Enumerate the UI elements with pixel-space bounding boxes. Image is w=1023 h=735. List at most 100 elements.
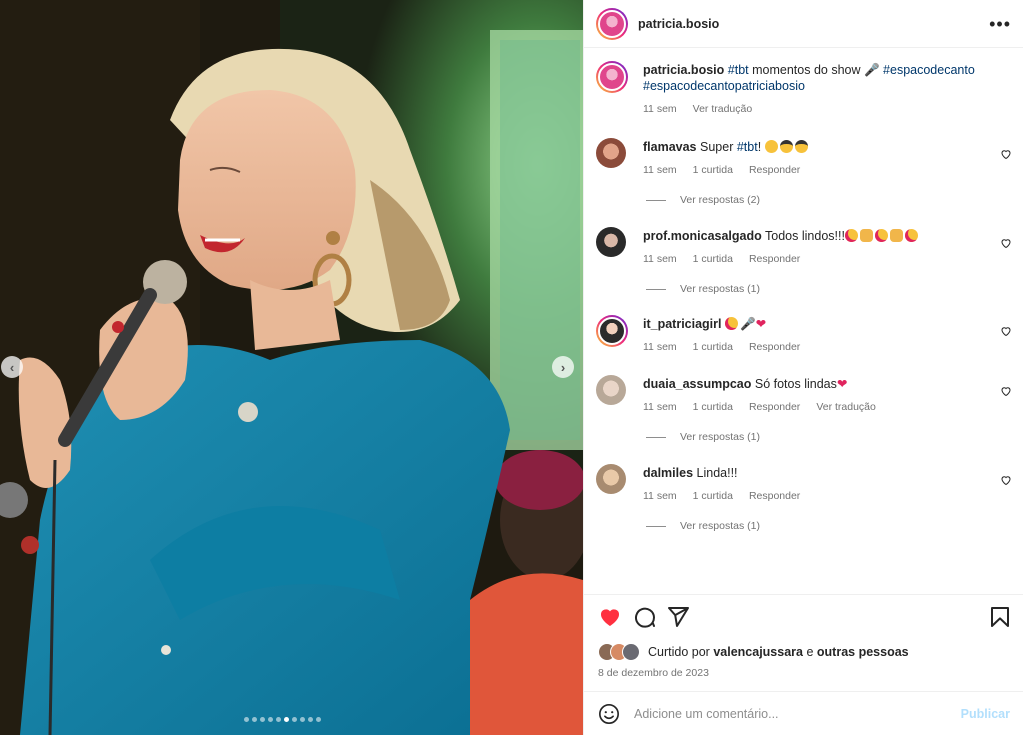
commenter-avatar[interactable] — [596, 227, 626, 257]
share-icon[interactable] — [666, 605, 690, 629]
comment-username[interactable]: prof.monicasalgado — [643, 229, 762, 243]
post-photo[interactable]: ‹ › — [0, 0, 583, 735]
liked-by-username[interactable]: valencajussara — [713, 645, 803, 659]
hashtag-link[interactable]: #espacodecantopatriciabosio — [643, 79, 805, 93]
comment-body: Só fotos lindas — [754, 377, 837, 391]
heart-outline-icon[interactable] — [1000, 237, 1012, 249]
liked-by-row: Curtido por valencajussara e outras pess… — [598, 643, 909, 661]
view-replies-button[interactable]: Ver respostas (1) — [646, 431, 760, 443]
heart-outline-icon[interactable] — [1000, 385, 1012, 397]
comment-time: 11 sem — [643, 164, 677, 176]
carousel-dot — [252, 717, 257, 722]
comment-likes[interactable]: 1 curtida — [693, 164, 733, 176]
caption-item: patricia.bosio #tbt momentos do show 🎤 #… — [596, 61, 1012, 121]
singer-photo-illustration — [0, 0, 583, 735]
comment-text: prof.monicasalgado Todos lindos!!! — [643, 228, 986, 244]
caption-username[interactable]: patricia.bosio — [643, 63, 724, 77]
heart-filled-icon[interactable] — [598, 605, 622, 629]
comment-input[interactable] — [634, 706, 934, 721]
see-translation-link[interactable]: Ver tradução — [816, 401, 876, 413]
add-comment-bar: Publicar — [584, 691, 1023, 735]
comment-username[interactable]: flamavas — [643, 140, 697, 154]
comment-item: dalmiles Linda!!! 11 sem 1 curtida Respo… — [596, 464, 1012, 534]
comment-username[interactable]: it_patriciagirl — [643, 317, 722, 331]
see-translation-link[interactable]: Ver tradução — [693, 103, 753, 115]
view-replies-button[interactable]: Ver respostas (1) — [646, 283, 760, 295]
clapping-hands-icon — [889, 229, 903, 242]
bookmark-icon[interactable] — [988, 605, 1012, 629]
liker-avatars[interactable] — [598, 643, 640, 661]
red-heart-icon: ❤ — [755, 317, 767, 331]
commenter-avatar[interactable] — [596, 375, 626, 405]
heart-outline-icon[interactable] — [1000, 148, 1012, 160]
hashtag-link[interactable]: #espacodecanto — [883, 63, 975, 77]
action-bar — [598, 605, 1012, 629]
caption-body: momentos do show — [752, 63, 861, 77]
author-avatar[interactable] — [596, 61, 628, 93]
carousel-dot — [308, 717, 313, 722]
comment-likes[interactable]: 1 curtida — [693, 341, 733, 353]
commenter-avatar[interactable] — [596, 315, 628, 347]
reply-button[interactable]: Responder — [749, 401, 800, 413]
carousel-next-button[interactable]: › — [552, 356, 574, 378]
carousel-dot — [316, 717, 321, 722]
reply-button[interactable]: Responder — [749, 341, 800, 353]
caption-text: patricia.bosio #tbt momentos do show 🎤 #… — [643, 62, 1012, 94]
more-options-icon[interactable]: ••• — [989, 15, 1011, 33]
comment-username[interactable]: duaia_assumpcao — [643, 377, 751, 391]
comment-likes[interactable]: 1 curtida — [693, 401, 733, 413]
liked-by-others-link[interactable]: outras pessoas — [817, 645, 909, 659]
author-username[interactable]: patricia.bosio — [638, 17, 719, 31]
comment-likes[interactable]: 1 curtida — [693, 253, 733, 265]
clapping-hands-icon — [859, 229, 873, 242]
comment-time: 11 sem — [643, 253, 677, 265]
reply-button[interactable]: Responder — [749, 164, 800, 176]
view-replies-label: Ver respostas (1) — [680, 431, 760, 443]
carousel-dot — [292, 717, 297, 722]
divider — [646, 436, 666, 438]
comment-likes[interactable]: 1 curtida — [693, 490, 733, 502]
comment-meta: 11 sem 1 curtida Responder — [643, 341, 800, 353]
heart-outline-icon[interactable] — [1000, 474, 1012, 486]
post-actions: Curtido por valencajussara e outras pess… — [584, 594, 1023, 691]
author-avatar[interactable] — [596, 7, 628, 40]
carousel-dot — [260, 717, 265, 722]
commenter-avatar[interactable] — [596, 138, 626, 168]
comments-list[interactable]: patricia.bosio #tbt momentos do show 🎤 #… — [584, 49, 1023, 594]
view-replies-button[interactable]: Ver respostas (1) — [646, 520, 760, 532]
comment-username[interactable]: dalmiles — [643, 466, 693, 480]
post-date: 8 de dezembro de 2023 — [598, 667, 709, 679]
post-header: patricia.bosio ••• — [584, 0, 1023, 48]
publish-button[interactable]: Publicar — [961, 707, 1010, 721]
comment-time: 11 sem — [643, 401, 677, 413]
divider — [646, 288, 666, 290]
microphone-emoji-icon: 🎤 — [863, 63, 880, 77]
emoji-picker-icon[interactable] — [598, 703, 620, 725]
heart-eyes-icon — [874, 229, 888, 242]
post-side-panel: patricia.bosio ••• patricia.bosio #tbt m… — [583, 0, 1023, 735]
caption-meta: 11 sem Ver tradução — [643, 103, 752, 115]
view-replies-button[interactable]: Ver respostas (2) — [646, 194, 760, 206]
heart-outline-icon[interactable] — [1000, 325, 1012, 337]
chevron-right-icon: › — [560, 359, 566, 375]
caption-time: 11 sem — [643, 103, 677, 115]
reply-button[interactable]: Responder — [749, 253, 800, 265]
comment-body: ! — [757, 140, 762, 154]
carousel-prev-button[interactable]: ‹ — [1, 356, 23, 378]
heart-eyes-icon — [904, 229, 918, 242]
comment-text: duaia_assumpcao Só fotos lindas❤ — [643, 376, 986, 392]
comment-item: it_patriciagirl 🎤❤ 11 sem 1 curtida Resp… — [596, 315, 1012, 355]
post-modal: ‹ › patricia.bosio ••• patricia.bosio #t… — [0, 0, 1023, 735]
carousel-dot — [244, 717, 249, 722]
red-heart-icon: ❤ — [836, 377, 848, 391]
comment-icon[interactable] — [632, 605, 656, 629]
hashtag-link[interactable]: #tbt — [728, 63, 749, 77]
comment-meta: 11 sem 1 curtida Responder — [643, 490, 800, 502]
reply-button[interactable]: Responder — [749, 490, 800, 502]
comment-text: flamavas Super #tbt! — [643, 139, 986, 155]
slightly-smiling-face-icon — [764, 140, 778, 153]
hashtag-link[interactable]: #tbt — [737, 140, 758, 154]
comment-item: flamavas Super #tbt! 11 sem 1 curtida Re… — [596, 138, 1012, 208]
commenter-avatar[interactable] — [596, 464, 626, 494]
liked-by-conjunction: e — [806, 645, 814, 659]
